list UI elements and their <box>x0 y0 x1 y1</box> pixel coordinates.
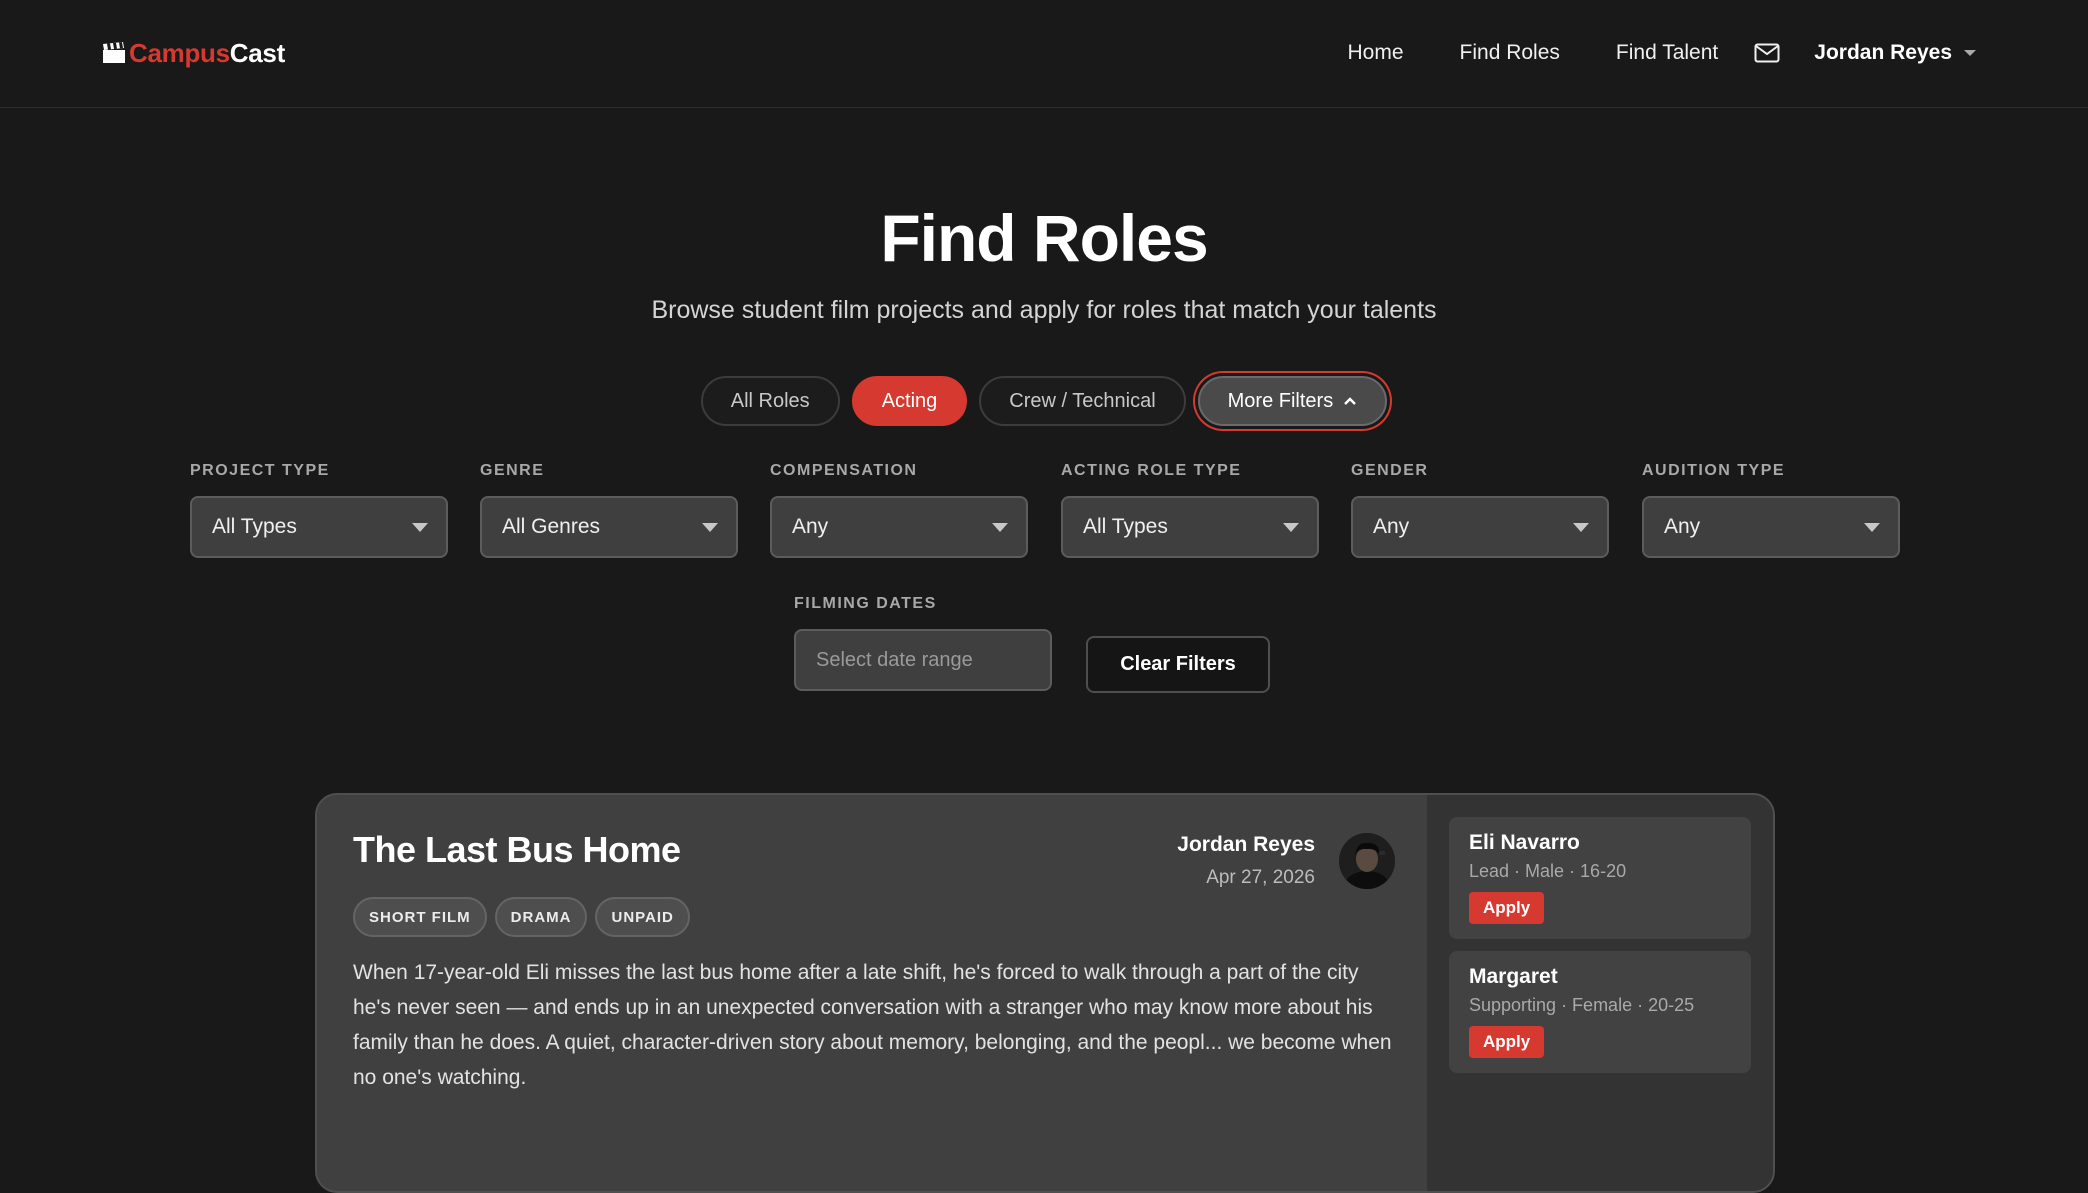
brand-name-part1: Campus <box>129 37 230 68</box>
avatar[interactable] <box>1339 833 1395 889</box>
select-value: All Genres <box>502 515 601 538</box>
caret-down-icon <box>702 522 718 532</box>
filter-audition-type: AUDITION TYPE Any <box>1642 462 1900 558</box>
filter-label: GENRE <box>480 462 545 479</box>
tab-acting[interactable]: Acting <box>851 376 968 426</box>
nav-link-home[interactable]: Home <box>1347 41 1403 65</box>
project-title[interactable]: The Last Bus Home <box>353 829 681 871</box>
filter-compensation: COMPENSATION Any <box>770 462 1028 558</box>
filter-label: COMPENSATION <box>770 462 918 479</box>
role-item: Margaret Supporting · Female · 20-25 App… <box>1449 951 1751 1073</box>
select-value: Any <box>1664 515 1701 538</box>
filter-label: ACTING ROLE TYPE <box>1061 462 1242 479</box>
poster-name[interactable]: Jordan Reyes <box>1177 833 1315 857</box>
brand-logo[interactable]: Campus Cast <box>102 36 285 70</box>
apply-button[interactable]: Apply <box>1469 1026 1545 1058</box>
audition-type-select[interactable]: Any <box>1642 496 1900 558</box>
filter-filming-dates: FILMING DATES Select date range <box>794 595 1052 691</box>
caret-down-icon <box>1573 522 1589 532</box>
brand-name-part2: Cast <box>229 37 285 68</box>
filter-label: GENDER <box>1351 462 1429 479</box>
nav-link-find-talent[interactable]: Find Talent <box>1616 41 1718 65</box>
mail-icon[interactable] <box>1754 43 1780 63</box>
compensation-select[interactable]: Any <box>770 496 1028 558</box>
select-value: Any <box>1373 515 1410 538</box>
roles-panel: Eli Navarro Lead · Male · 16-20 Apply Ma… <box>1427 795 1773 1191</box>
clear-filters-button[interactable]: Clear Filters <box>1086 636 1270 693</box>
page-subtitle: Browse student film projects and apply f… <box>651 296 1437 324</box>
select-value: All Types <box>212 515 297 538</box>
date-range-input[interactable]: Select date range <box>794 629 1052 691</box>
tag-genre: DRAMA <box>494 897 588 937</box>
filter-label: AUDITION TYPE <box>1642 462 1786 479</box>
filter-gender: GENDER Any <box>1351 462 1609 558</box>
select-value: All Types <box>1083 515 1168 538</box>
top-navbar: Campus Cast Home Find Roles Find Talent J… <box>0 0 2088 108</box>
filter-label: PROJECT TYPE <box>190 462 330 479</box>
more-filters-button[interactable]: More Filters <box>1197 376 1388 426</box>
role-name: Eli Navarro <box>1469 831 1580 854</box>
apply-button[interactable]: Apply <box>1469 892 1545 924</box>
role-category-tabs: All Roles Acting Crew / Technical More F… <box>0 376 2088 426</box>
project-card-main: The Last Bus Home SHORT FILM DRAMA UNPAI… <box>317 795 1427 1191</box>
caret-down-icon <box>412 522 428 532</box>
post-date: Apr 27, 2026 <box>1206 867 1315 888</box>
role-item: Eli Navarro Lead · Male · 16-20 Apply <box>1449 817 1751 939</box>
project-tags: SHORT FILM DRAMA UNPAID <box>353 897 690 937</box>
chevron-down-icon <box>1964 50 1976 56</box>
role-meta: Supporting · Female · 20-25 <box>1469 995 1695 1015</box>
project-poster-info: Jordan Reyes Apr 27, 2026 <box>1177 833 1315 889</box>
nav-link-find-roles[interactable]: Find Roles <box>1460 41 1560 65</box>
role-name: Margaret <box>1469 965 1558 988</box>
main-nav: Home Find Roles Find Talent Jordan Reyes <box>1347 34 1976 72</box>
tag-compensation: UNPAID <box>595 897 690 937</box>
filter-genre: GENRE All Genres <box>480 462 738 558</box>
select-value: Any <box>792 515 829 538</box>
filter-label: FILMING DATES <box>794 595 937 612</box>
user-menu[interactable]: Jordan Reyes <box>1814 41 1976 65</box>
caret-down-icon <box>1283 522 1299 532</box>
clapperboard-icon <box>103 42 125 63</box>
project-card[interactable]: The Last Bus Home SHORT FILM DRAMA UNPAI… <box>315 793 1775 1193</box>
caret-down-icon <box>992 522 1008 532</box>
project-description: When 17-year-old Eli misses the last bus… <box>353 961 1392 1089</box>
tag-project-type: SHORT FILM <box>353 897 487 937</box>
caret-down-icon <box>1864 522 1880 532</box>
filter-acting-role-type: ACTING ROLE TYPE All Types <box>1061 462 1319 558</box>
filter-project-type: PROJECT TYPE All Types <box>190 462 448 558</box>
tab-crew-technical[interactable]: Crew / Technical <box>979 376 1186 426</box>
more-filters-label: More Filters <box>1227 389 1334 412</box>
gender-select[interactable]: Any <box>1351 496 1609 558</box>
project-type-select[interactable]: All Types <box>190 496 448 558</box>
role-meta: Lead · Male · 16-20 <box>1469 861 1627 881</box>
tab-all-roles[interactable]: All Roles <box>700 376 840 426</box>
page-title: Find Roles <box>880 201 1208 275</box>
user-name: Jordan Reyes <box>1814 41 1952 64</box>
genre-select[interactable]: All Genres <box>480 496 738 558</box>
acting-role-type-select[interactable]: All Types <box>1061 496 1319 558</box>
chevron-up-icon <box>1344 397 1357 405</box>
